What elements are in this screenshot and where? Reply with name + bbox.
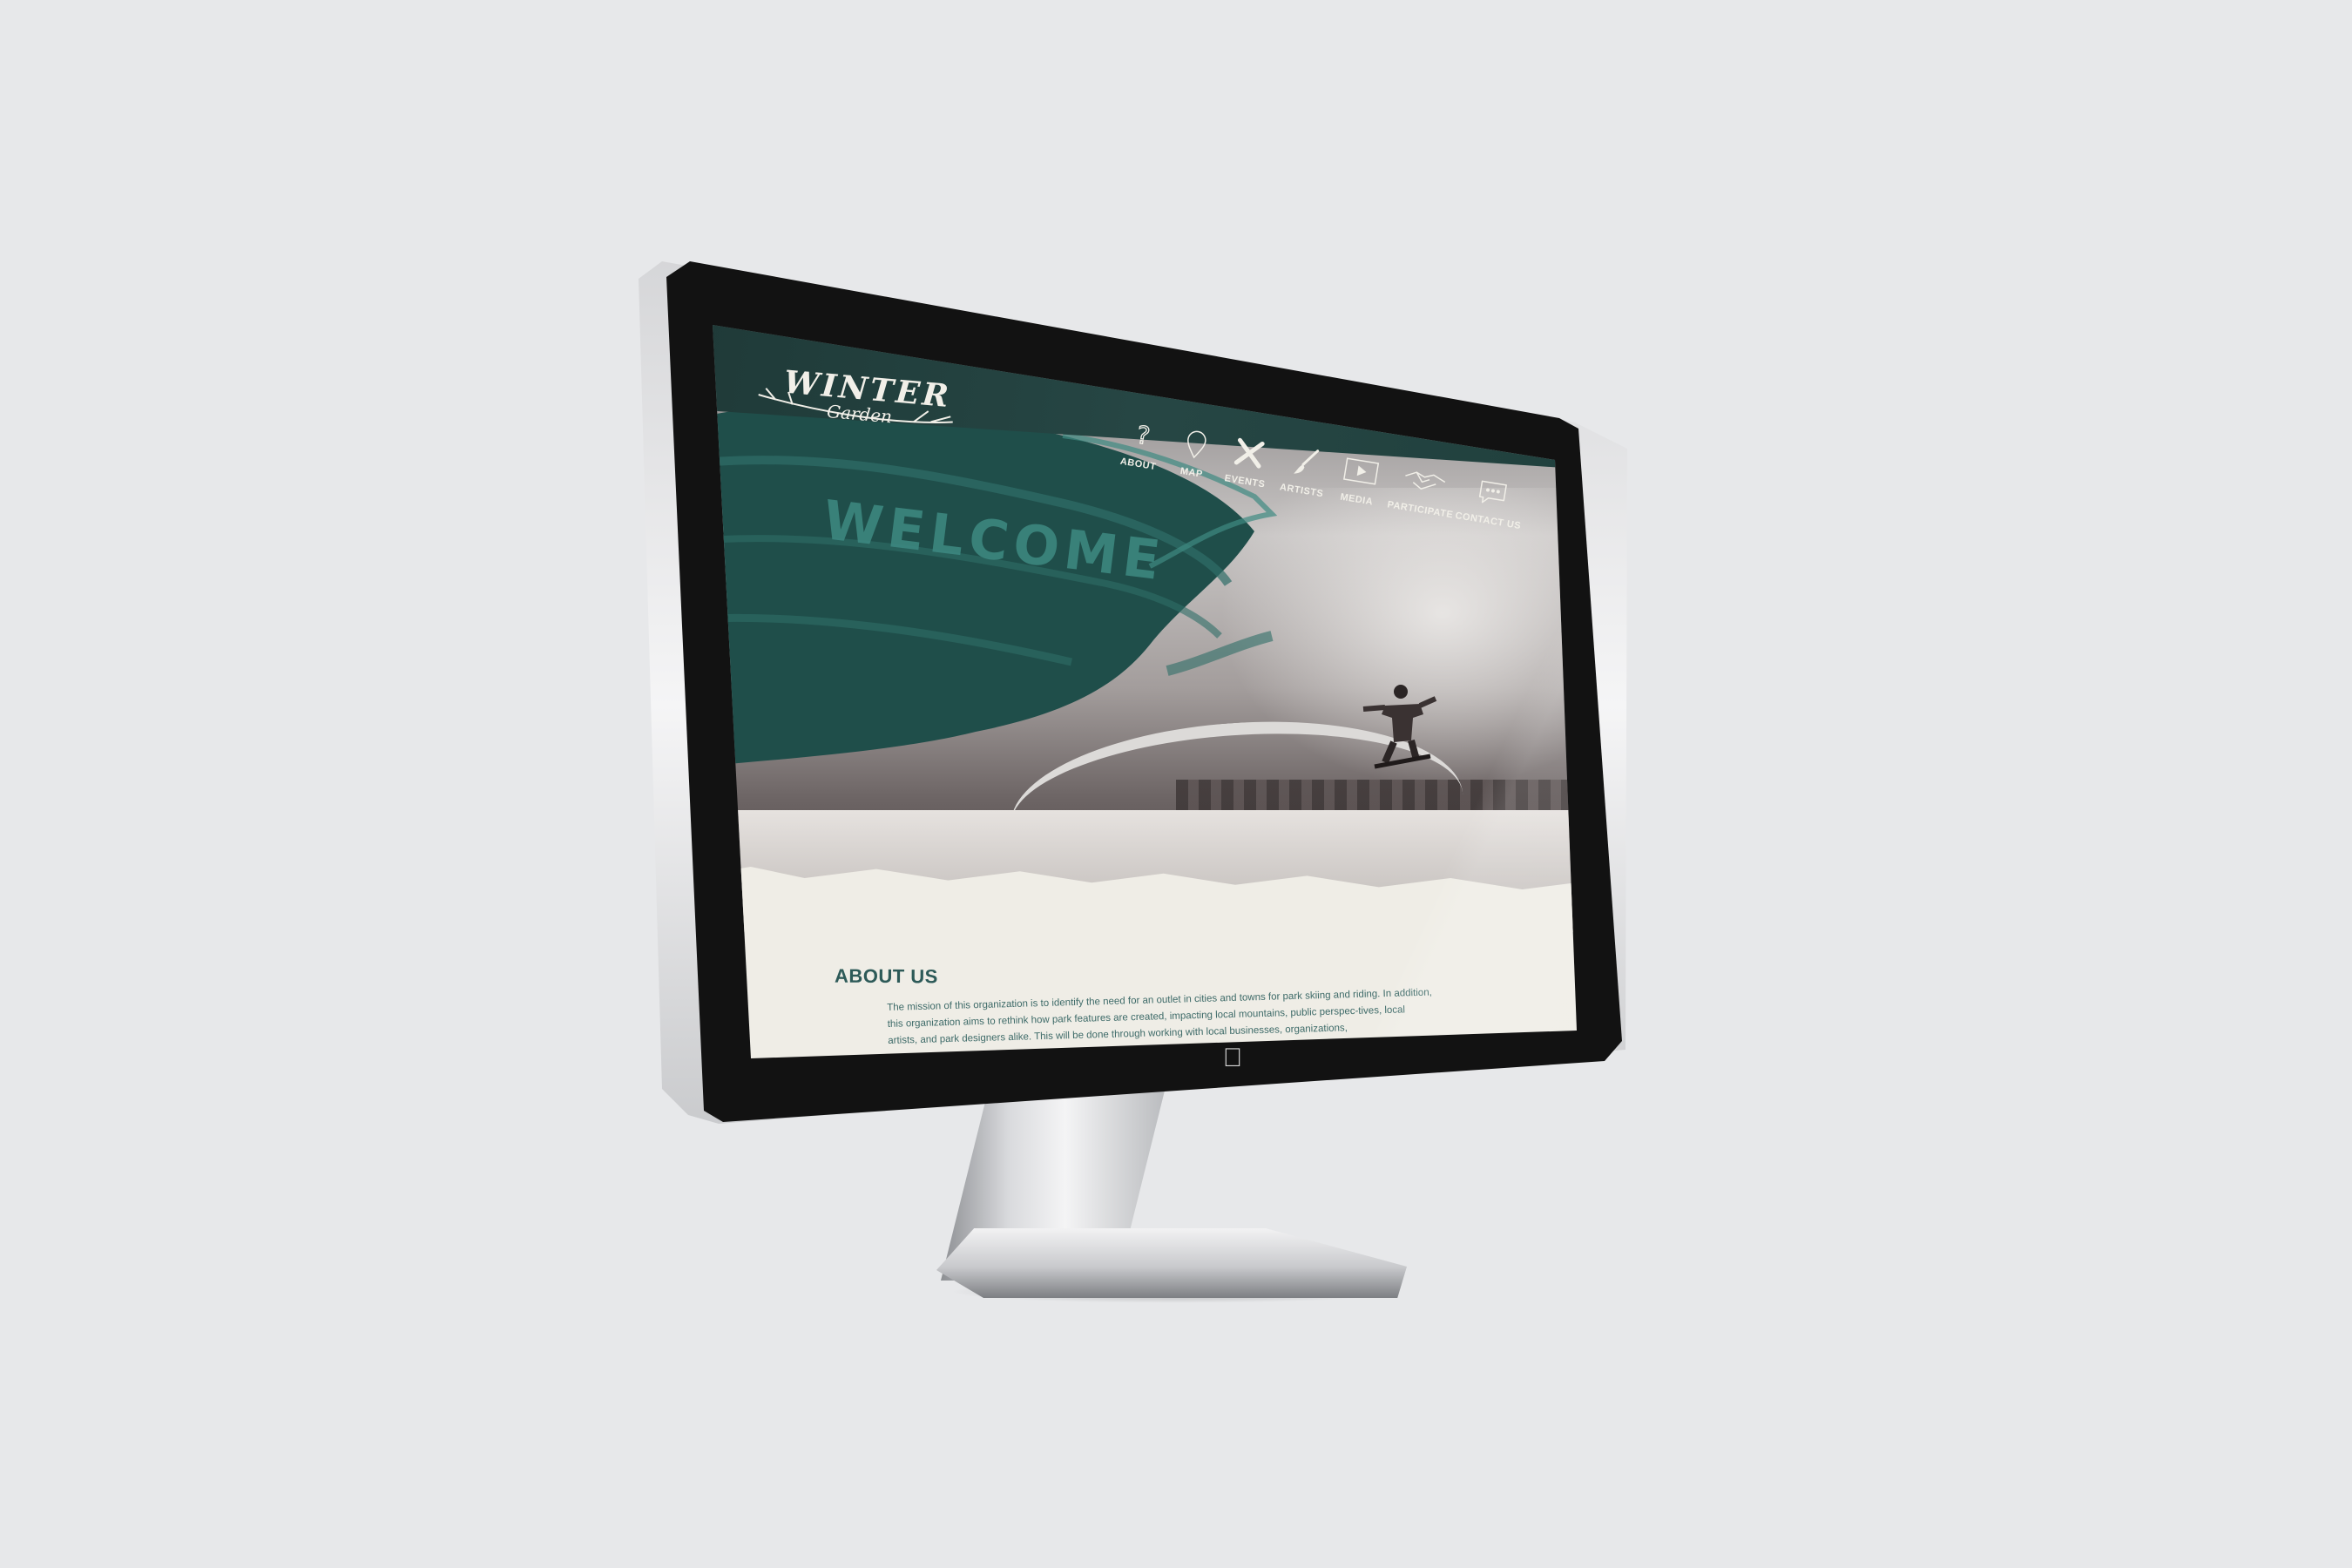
rider-figure xyxy=(1362,685,1437,769)
nav-label: ABOUT xyxy=(1119,456,1158,473)
nav-item-contact-us[interactable]: CONTACT US xyxy=(1453,472,1530,533)
monitor-stand-base xyxy=(936,1228,1407,1298)
nav-label: ARTISTS xyxy=(1279,482,1325,500)
nav-label: PARTICIPATE xyxy=(1386,499,1454,521)
handshake-icon xyxy=(1405,471,1446,490)
nav-label: MAP xyxy=(1179,465,1204,480)
speech-bubble-icon xyxy=(1478,480,1507,504)
question-icon: ? xyxy=(1134,420,1152,451)
scene:  WINTER xyxy=(0,0,2352,1568)
nav-label: CONTACT US xyxy=(1454,510,1522,532)
about-heading: ABOUT US xyxy=(834,964,938,988)
paintbrush-icon xyxy=(1294,449,1320,474)
monitor-screen: WINTER Garden ? ABOUT MAP EVENTS ARTISTS xyxy=(713,325,1577,1058)
map-pin-icon xyxy=(1187,430,1206,459)
crossed-skis-icon xyxy=(1233,437,1265,469)
apple-logo-icon:  xyxy=(1220,1044,1246,1073)
nav-label: EVENTS xyxy=(1223,473,1267,490)
nav-label: MEDIA xyxy=(1339,491,1374,508)
svg-text:?: ? xyxy=(1134,420,1152,450)
play-icon xyxy=(1343,457,1380,485)
